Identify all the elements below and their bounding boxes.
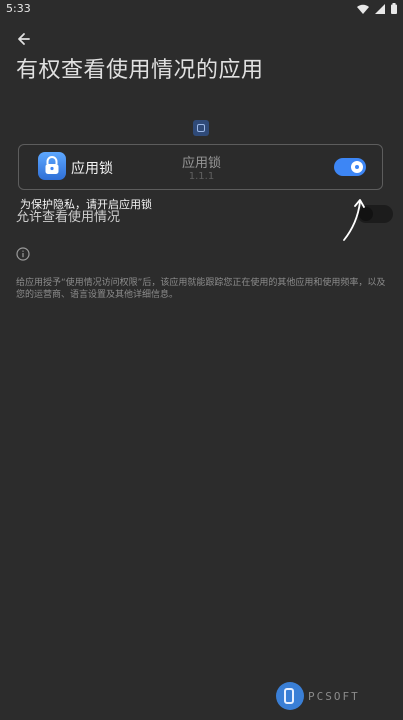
guide-app-name: 应用锁 [71, 161, 113, 177]
permission-info-text: 给应用授予“使用情况访问权限”后，该应用就能跟踪您正在使用的其他应用和使用频率，… [16, 278, 386, 300]
arrow-left-icon [18, 33, 30, 45]
signal-icon [375, 3, 385, 14]
watermark: PCSOFT [276, 682, 360, 710]
status-icons [357, 3, 397, 14]
status-bar: 5:33 [0, 0, 403, 18]
guide-toggle[interactable] [334, 158, 366, 176]
back-button[interactable] [14, 28, 36, 50]
battery-icon [391, 3, 397, 14]
guide-hint-text: 为保护隐私，请开启应用锁 [20, 198, 152, 211]
watermark-text: PCSOFT [308, 689, 360, 703]
curved-arrow-icon [343, 199, 365, 241]
page-title: 有权查看使用情况的应用 [16, 58, 264, 83]
app-lock-icon [193, 120, 209, 136]
lock-icon [38, 152, 66, 180]
wifi-icon [357, 4, 369, 14]
status-time: 5:33 [6, 2, 31, 15]
info-icon [16, 247, 30, 261]
guide-overlay-card: 应用锁 [18, 144, 383, 190]
watermark-logo-icon [276, 682, 304, 710]
